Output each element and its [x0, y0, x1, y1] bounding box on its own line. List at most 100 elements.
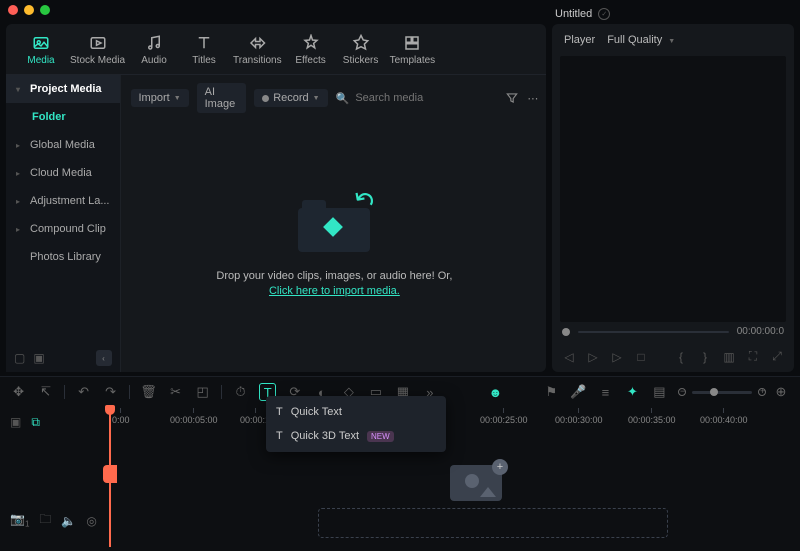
mark-in-icon[interactable]: {: [674, 350, 688, 364]
mic-icon[interactable]: 🎤: [570, 383, 587, 401]
sidebar-global-media[interactable]: ▸Global Media: [6, 131, 120, 159]
chevron-down-icon: ▼: [668, 38, 675, 45]
tab-titles[interactable]: Titles: [179, 32, 229, 68]
sidebar-cloud-media[interactable]: ▸Cloud Media: [6, 159, 120, 187]
folder-track-icon[interactable]: 🗀: [39, 510, 51, 531]
folder-import-icon: ↶: [298, 196, 370, 252]
chevron-down-icon: ▾: [16, 85, 24, 94]
stop-button[interactable]: □: [634, 350, 648, 364]
record-dot-icon: [262, 95, 269, 102]
speed-icon[interactable]: ⏱: [232, 383, 249, 401]
search-input[interactable]: [355, 92, 497, 104]
scrub-track[interactable]: [578, 331, 729, 333]
menu-quick-text[interactable]: T Quick Text: [266, 400, 446, 424]
player-timecode: 00:00:00:0: [737, 326, 784, 337]
render-icon[interactable]: ▤: [651, 383, 668, 401]
mixer-icon[interactable]: ≡: [597, 383, 614, 401]
record-button[interactable]: Record▼: [254, 89, 327, 107]
filter-icon[interactable]: [505, 91, 519, 105]
new-folder-icon[interactable]: ▢: [14, 351, 25, 365]
sidebar-compound-clip[interactable]: ▸Compound Clip: [6, 215, 120, 243]
ai-tool-icon[interactable]: ☻: [487, 383, 504, 401]
zoom-in-button[interactable]: [758, 388, 766, 396]
marker-icon[interactable]: ⚑: [543, 383, 560, 401]
prev-frame-button[interactable]: ◁: [562, 350, 576, 364]
collapse-sidebar[interactable]: ‹: [96, 350, 112, 366]
sidebar-photos-library[interactable]: Photos Library: [6, 243, 120, 271]
zoom-slider[interactable]: [692, 391, 752, 394]
tab-effects[interactable]: Effects: [286, 32, 336, 68]
sidebar-folder[interactable]: Folder: [6, 103, 120, 131]
selection-tool-icon[interactable]: ✥: [10, 383, 27, 401]
cursor-tool-icon[interactable]: ↸: [37, 383, 54, 401]
redo-button[interactable]: ↷: [102, 383, 119, 401]
category-tabs: Media Stock Media Audio Titles Transitio…: [6, 24, 546, 75]
project-title: Untitled: [555, 8, 592, 20]
playhead-icon[interactable]: [562, 328, 570, 336]
add-media-button[interactable]: +: [492, 459, 508, 475]
sidebar-adjustment-layer[interactable]: ▸Adjustment La...: [6, 187, 120, 215]
media-thumbnail-placeholder[interactable]: +: [450, 465, 502, 501]
video-track-icon[interactable]: 📷1: [10, 512, 29, 528]
play-button[interactable]: ▷: [610, 350, 624, 364]
more-icon[interactable]: ⋯: [527, 91, 538, 105]
text-3d-icon: T: [276, 430, 283, 442]
image-icon: [465, 474, 479, 488]
text-icon: T: [276, 406, 283, 418]
player-viewport[interactable]: [560, 56, 786, 322]
mark-out-icon[interactable]: }: [698, 350, 712, 364]
search-media[interactable]: 🔍: [336, 92, 498, 105]
delete-icon[interactable]: 🗑: [140, 383, 157, 401]
new-badge: NEW: [367, 431, 394, 442]
hide-track-icon[interactable]: ◎: [86, 514, 96, 528]
import-button[interactable]: Import▼: [131, 89, 189, 107]
close-window[interactable]: [8, 5, 18, 15]
timeline-drop-target[interactable]: [318, 508, 668, 538]
import-media-link[interactable]: Click here to import media.: [269, 285, 400, 297]
split-icon[interactable]: ✂: [167, 383, 184, 401]
fullscreen-icon[interactable]: ⤢: [770, 349, 784, 364]
tab-stickers[interactable]: Stickers: [336, 32, 386, 68]
save-check-icon: ✓: [598, 8, 610, 20]
mute-track-icon[interactable]: 🔈: [61, 514, 76, 528]
chevron-right-icon: ▸: [16, 197, 24, 206]
player-label: Player: [564, 34, 595, 46]
chevron-right-icon: ▸: [16, 169, 24, 178]
text-tool-menu: T Quick Text T Quick 3D Text NEW: [266, 396, 446, 452]
chevron-right-icon: ▸: [16, 225, 24, 234]
zoom-fit-icon[interactable]: ⊕: [772, 383, 790, 401]
tab-audio[interactable]: Audio: [129, 32, 179, 68]
chevron-down-icon: ▼: [174, 95, 181, 102]
player-quality-select[interactable]: Full Quality▼: [607, 34, 675, 46]
ai-image-button[interactable]: AI Image: [197, 83, 247, 113]
chevron-down-icon: ▼: [313, 95, 320, 102]
player-panel: Player Full Quality▼ 00:00:00:0 ◁ ▷ ▷ □ …: [552, 24, 794, 372]
minimize-window[interactable]: [24, 5, 34, 15]
chevron-right-icon: ▸: [16, 141, 24, 150]
dropzone-text: Drop your video clips, images, or audio …: [216, 270, 452, 282]
tab-templates[interactable]: Templates: [386, 32, 440, 68]
search-icon: 🔍: [336, 92, 350, 105]
player-scrubber[interactable]: 00:00:00:0: [552, 322, 794, 341]
player-controls: ◁ ▷ ▷ □ { } ▥ ⛶ ⤢: [552, 341, 794, 372]
snapshot-icon[interactable]: ⛶: [746, 349, 760, 364]
media-sidebar: ▾ Project Media Folder ▸Global Media ▸Cl…: [6, 75, 121, 372]
auto-enhance-icon[interactable]: ✦: [624, 383, 641, 401]
tab-transitions[interactable]: Transitions: [229, 32, 286, 68]
new-bin-icon[interactable]: ▣: [33, 351, 44, 365]
tab-media[interactable]: Media: [16, 32, 66, 68]
tab-stock-media[interactable]: Stock Media: [66, 32, 129, 68]
menu-quick-3d-text[interactable]: T Quick 3D Text NEW: [266, 424, 446, 448]
compare-icon[interactable]: ▥: [722, 350, 736, 364]
zoom-out-button[interactable]: [678, 388, 686, 396]
media-panel: Media Stock Media Audio Titles Transitio…: [6, 24, 546, 372]
media-toolbar: Import▼ AI Image Record▼ 🔍 ⋯: [121, 75, 549, 121]
titlebar: Untitled ✓: [0, 0, 800, 20]
undo-button[interactable]: ↶: [75, 383, 92, 401]
maximize-window[interactable]: [40, 5, 50, 15]
crop-icon[interactable]: ◰: [194, 383, 211, 401]
step-back-button[interactable]: ▷: [586, 350, 600, 364]
sidebar-project-media[interactable]: ▾ Project Media: [6, 75, 120, 103]
media-dropzone[interactable]: ↶ Drop your video clips, images, or audi…: [121, 121, 549, 372]
timeline-playhead[interactable]: [109, 407, 111, 547]
